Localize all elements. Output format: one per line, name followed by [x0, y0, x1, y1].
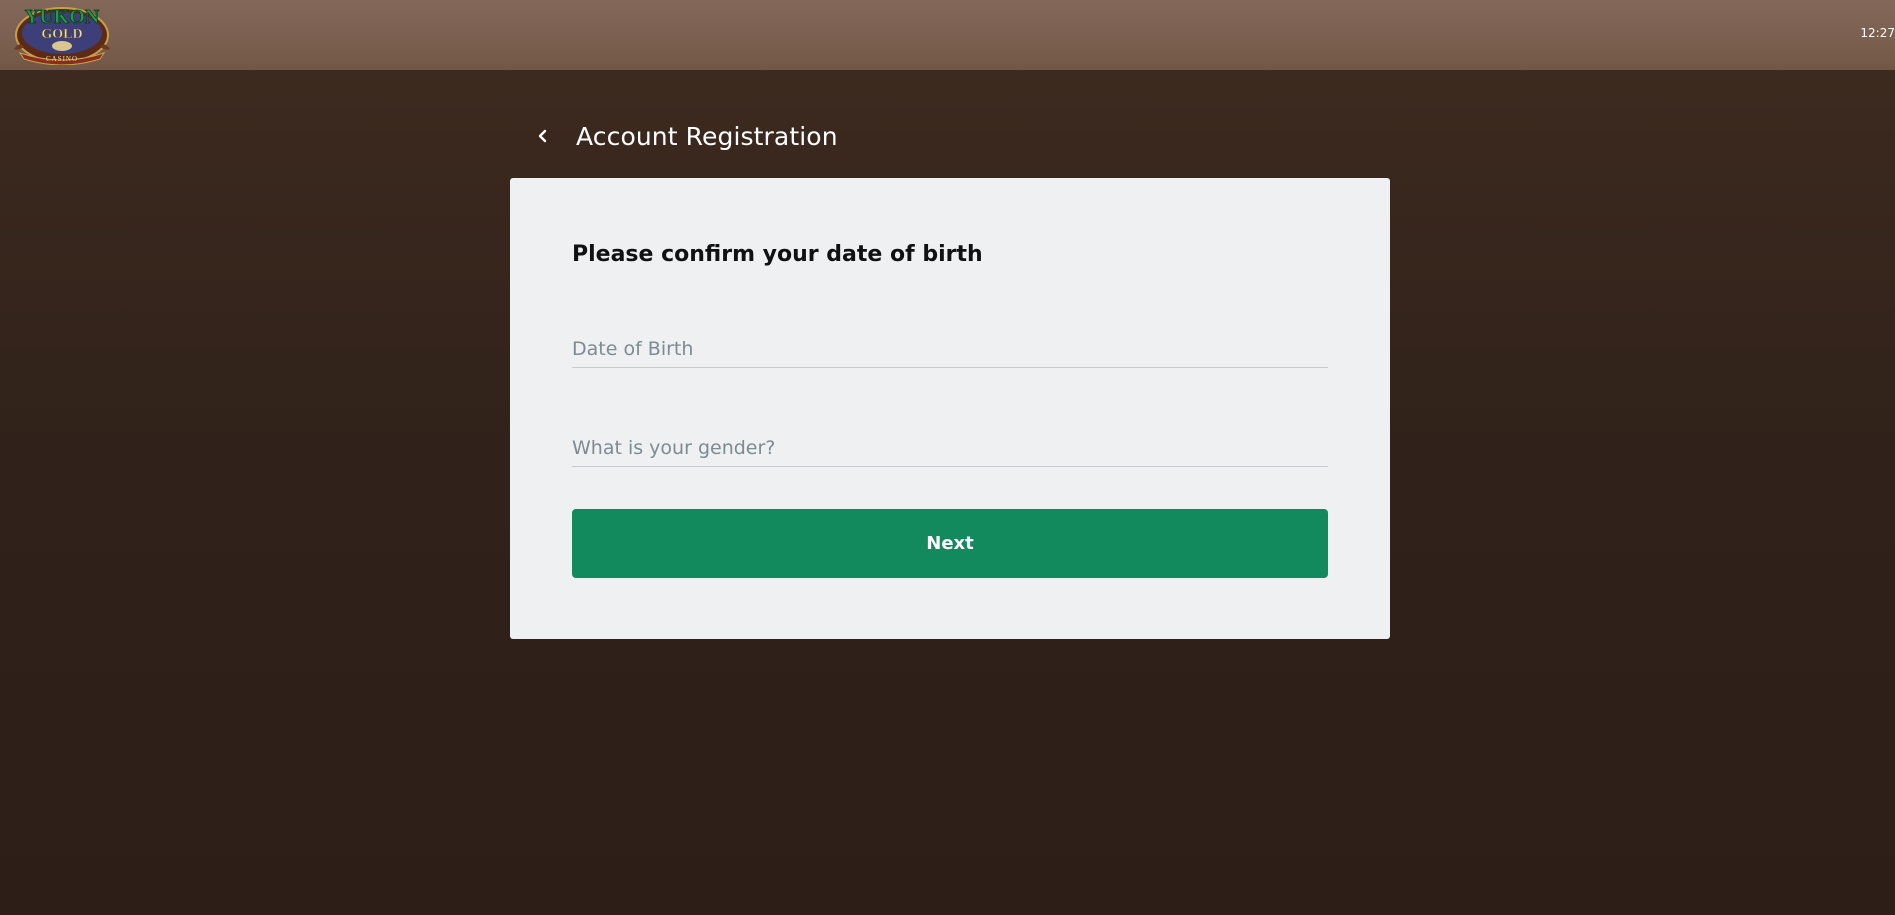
page-header: Account Registration: [528, 118, 838, 154]
form-heading: Please confirm your date of birth: [572, 242, 983, 267]
yukon-gold-casino-logo[interactable]: YUKON GOLD CASINO: [12, 1, 112, 65]
registration-card: Please confirm your date of birth Date o…: [510, 178, 1390, 639]
gender-label: What is your gender?: [572, 437, 776, 459]
page-title: Account Registration: [576, 121, 838, 151]
next-button[interactable]: Next: [572, 509, 1328, 578]
chevron-left-icon: [538, 129, 547, 143]
date-of-birth-field[interactable]: Date of Birth: [572, 327, 1328, 368]
logo-text-middle: GOLD: [41, 27, 82, 42]
top-bar: YUKON GOLD CASINO 12:27: [0, 0, 1895, 70]
logo-text-bottom: CASINO: [46, 55, 78, 63]
gender-field[interactable]: What is your gender?: [572, 426, 1328, 467]
date-of-birth-label: Date of Birth: [572, 338, 694, 360]
clock: 12:27: [1860, 26, 1895, 40]
logo-graphic: YUKON GOLD CASINO: [14, 6, 110, 65]
logo-text-top: YUKON: [25, 6, 100, 28]
back-button[interactable]: [528, 121, 558, 151]
